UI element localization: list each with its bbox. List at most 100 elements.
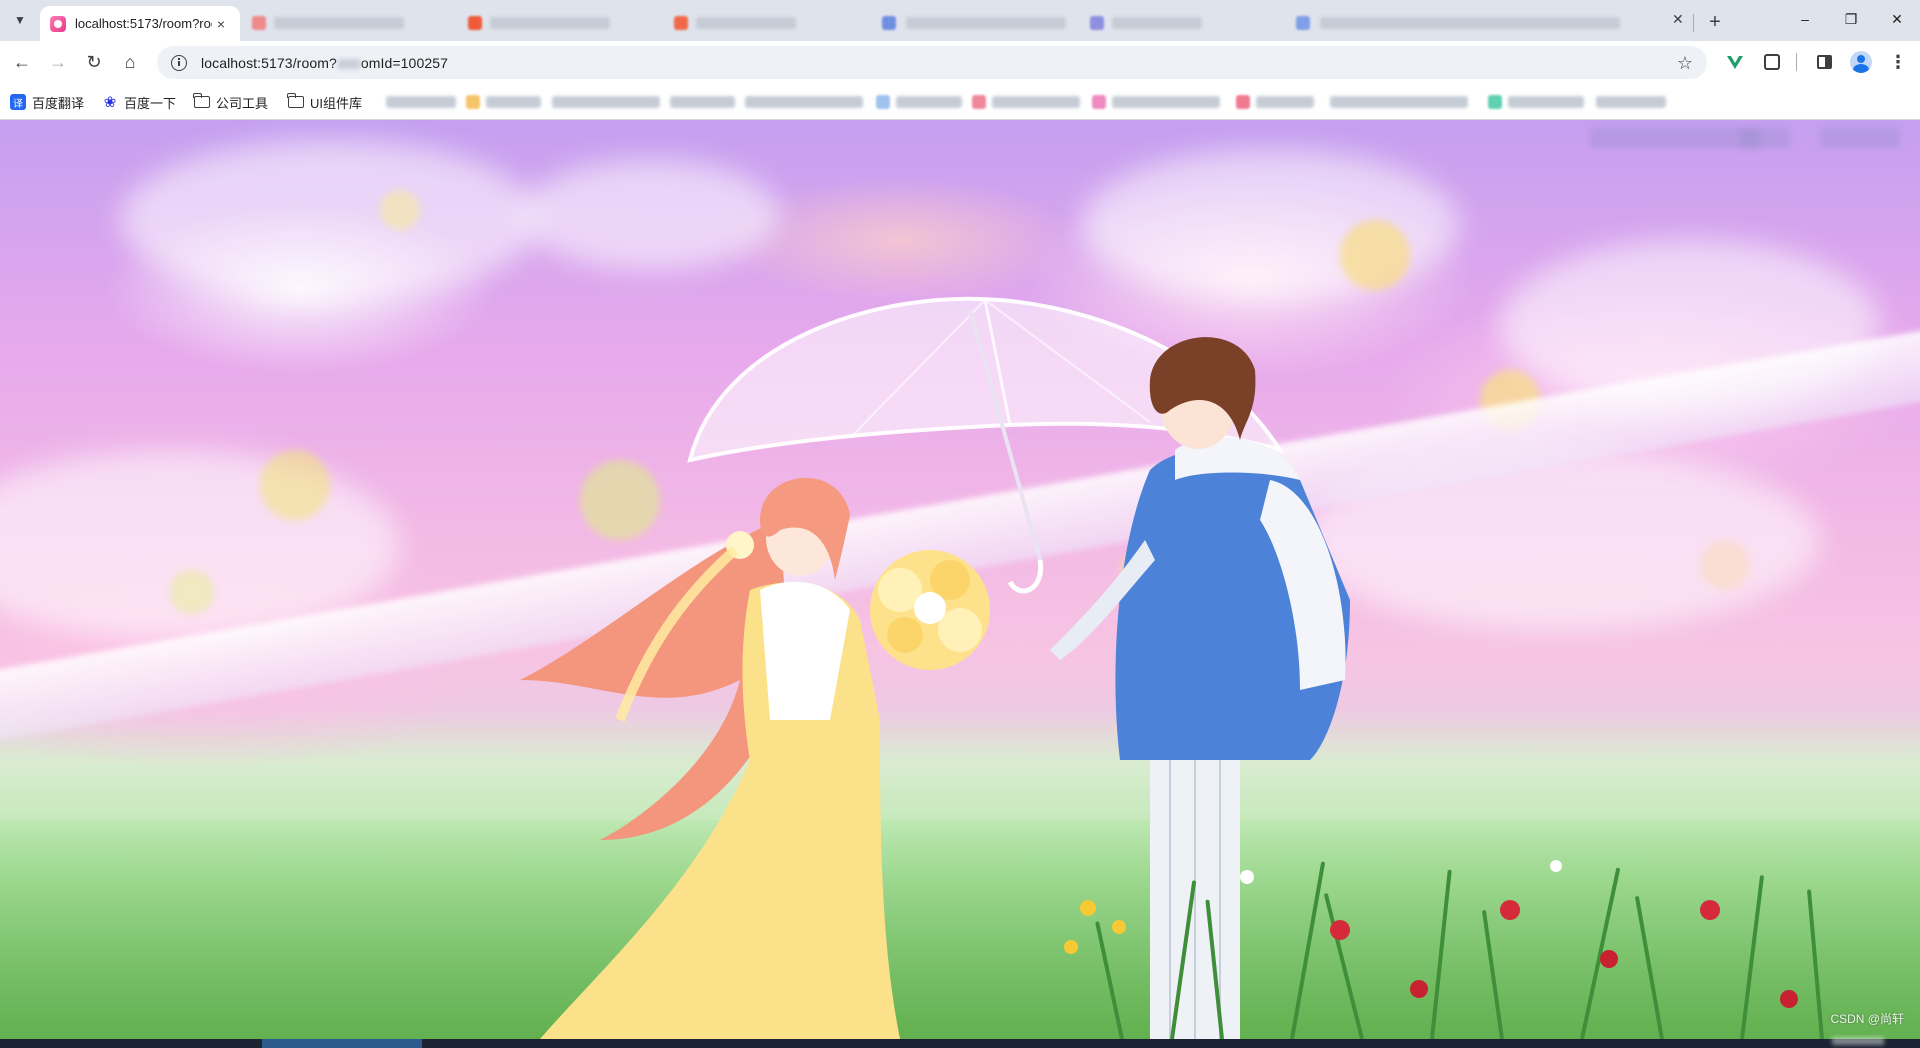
bookmark-label-redacted xyxy=(386,96,456,108)
site-info-icon[interactable] xyxy=(171,54,187,71)
tab-favicon-icon xyxy=(882,16,896,30)
grass-blade xyxy=(1095,921,1124,1039)
close-window-button[interactable]: ✕ xyxy=(1874,0,1920,38)
bookmark-redacted-1[interactable] xyxy=(378,95,458,109)
bookmark-redacted-5[interactable] xyxy=(745,95,865,109)
grass-blade xyxy=(1323,892,1364,1039)
side-panel-icon xyxy=(1816,55,1832,69)
bookmark-redacted-9[interactable] xyxy=(1236,95,1318,109)
bookmark-redacted-7[interactable] xyxy=(972,95,1082,109)
tab-title-redacted xyxy=(274,17,404,29)
bookmark-baidu[interactable]: ❀ 百度一下 xyxy=(102,91,176,113)
umbrella-handle xyxy=(1007,559,1044,594)
chevron-down-icon: ▼ xyxy=(14,13,26,27)
reload-button[interactable]: ↻ xyxy=(78,46,110,78)
red-flower xyxy=(1500,900,1520,920)
bookmark-label-redacted xyxy=(1256,96,1314,108)
url-text-end: omId=100257 xyxy=(360,54,448,71)
taskbar-clock[interactable] xyxy=(1832,1037,1884,1045)
url-redacted xyxy=(337,58,360,69)
forward-button[interactable]: → xyxy=(42,46,74,78)
browser-menu-button[interactable]: ⋮ xyxy=(1882,46,1914,78)
bookmark-label-redacted xyxy=(552,96,660,108)
bookmark-folder-company-tools[interactable]: 公司工具 xyxy=(193,91,269,113)
grass-blade xyxy=(1634,895,1664,1039)
grass-blade xyxy=(1290,861,1326,1039)
tab-inactive-2[interactable] xyxy=(418,10,628,36)
page-header-redacted[interactable] xyxy=(1590,128,1760,148)
tab-inactive-3[interactable] xyxy=(628,10,808,36)
bookmark-label-redacted xyxy=(486,96,541,108)
grass-blade xyxy=(1481,909,1504,1039)
tab-close-icon[interactable]: × xyxy=(212,16,230,32)
bookmark-label-redacted xyxy=(670,96,735,108)
side-panel-button[interactable] xyxy=(1808,46,1840,78)
bouquet-flower xyxy=(887,617,923,653)
folder-icon xyxy=(193,93,210,108)
bookmark-label-redacted xyxy=(1508,96,1584,108)
bookmark-redacted-3[interactable] xyxy=(552,95,662,109)
url-text[interactable]: localhost:5173/room? omId=100257 xyxy=(201,55,448,71)
tab-inactive-1[interactable] xyxy=(248,10,418,36)
bookmark-redacted-2[interactable] xyxy=(466,95,546,109)
bookmark-label-redacted xyxy=(745,96,863,108)
os-taskbar xyxy=(0,1037,1920,1048)
tab-inactive-4[interactable] xyxy=(830,10,1080,36)
bookmark-label: 百度翻译 xyxy=(32,95,85,111)
profile-button[interactable] xyxy=(1845,46,1877,78)
yellow-flower xyxy=(1080,900,1096,916)
paw-icon: ❀ xyxy=(103,94,117,111)
page-header-redacted[interactable] xyxy=(1740,128,1790,148)
home-button[interactable]: ⌂ xyxy=(114,46,146,78)
bookmark-label-redacted xyxy=(896,96,962,108)
red-flower xyxy=(1600,950,1618,968)
tab-inactive-5[interactable] xyxy=(1080,10,1260,36)
tab-title-redacted xyxy=(906,17,1066,29)
new-tab-button[interactable]: + xyxy=(1702,9,1728,35)
bookmark-redacted-11[interactable] xyxy=(1488,95,1588,109)
tab-close-icon[interactable]: ✕ xyxy=(1672,11,1684,28)
restore-button[interactable]: ❐ xyxy=(1828,0,1874,38)
watermark-text: CSDN @尚轩 xyxy=(1830,1012,1904,1026)
minimize-button[interactable]: – xyxy=(1782,0,1828,38)
bookmark-label: 百度一下 xyxy=(124,95,177,111)
bookmark-redacted-8[interactable] xyxy=(1092,95,1224,109)
bookmark-redacted-6[interactable] xyxy=(876,95,968,109)
tab-inactive-6[interactable] xyxy=(1260,10,1680,36)
taskbar-active-app[interactable] xyxy=(262,1039,422,1048)
bookmark-label: 公司工具 xyxy=(216,95,269,111)
grass-blade xyxy=(1205,899,1224,1039)
back-button[interactable]: ← xyxy=(6,46,38,78)
address-bar[interactable]: localhost:5173/room? omId=100257 ☆ xyxy=(157,46,1707,79)
url-text-start: localhost:5173/room? xyxy=(201,54,337,71)
bookmark-redacted-10[interactable] xyxy=(1330,95,1470,109)
yellow-flower xyxy=(1064,940,1078,954)
bookmark-label-redacted xyxy=(1112,96,1220,108)
bouquet-flower xyxy=(938,608,982,652)
translate-icon: 译 xyxy=(10,94,26,110)
tab-title-redacted xyxy=(1112,17,1202,29)
page-header-redacted[interactable] xyxy=(1820,128,1900,148)
tab-favicon-icon xyxy=(468,16,482,30)
bookmark-star-icon[interactable]: ☆ xyxy=(1677,53,1693,74)
grass-blade xyxy=(1170,880,1197,1039)
tab-strip: ▼ localhost:5173/room?roomId=100257 × ✕ … xyxy=(0,0,1920,41)
bookmark-baidu-translate[interactable]: 译 百度翻译 xyxy=(10,91,84,113)
bookmark-redacted-12[interactable] xyxy=(1596,95,1668,109)
bookmarks-bar: 译 百度翻译 ❀ 百度一下 公司工具 UI组件库 xyxy=(0,83,1920,120)
tab-search-button[interactable]: ▼ xyxy=(8,8,32,32)
tab-favicon-icon xyxy=(1296,16,1310,30)
page-viewport: CSDN @尚轩 xyxy=(0,120,1920,1039)
bookmark-label-redacted xyxy=(992,96,1080,108)
bookmark-favicon-icon xyxy=(972,95,986,109)
red-flower xyxy=(1700,900,1720,920)
extensions-button[interactable] xyxy=(1756,46,1788,78)
bookmark-folder-ui-library[interactable]: UI组件库 xyxy=(287,91,363,113)
tab-separator xyxy=(1693,14,1694,32)
vue-devtools-extension[interactable] xyxy=(1719,46,1751,78)
bookmark-label: UI组件库 xyxy=(310,95,363,111)
tab-active[interactable]: localhost:5173/room?roomId=100257 × xyxy=(40,6,240,41)
vue-icon xyxy=(1727,55,1743,69)
toolbar-separator xyxy=(1796,53,1797,71)
bookmark-redacted-4[interactable] xyxy=(670,95,740,109)
